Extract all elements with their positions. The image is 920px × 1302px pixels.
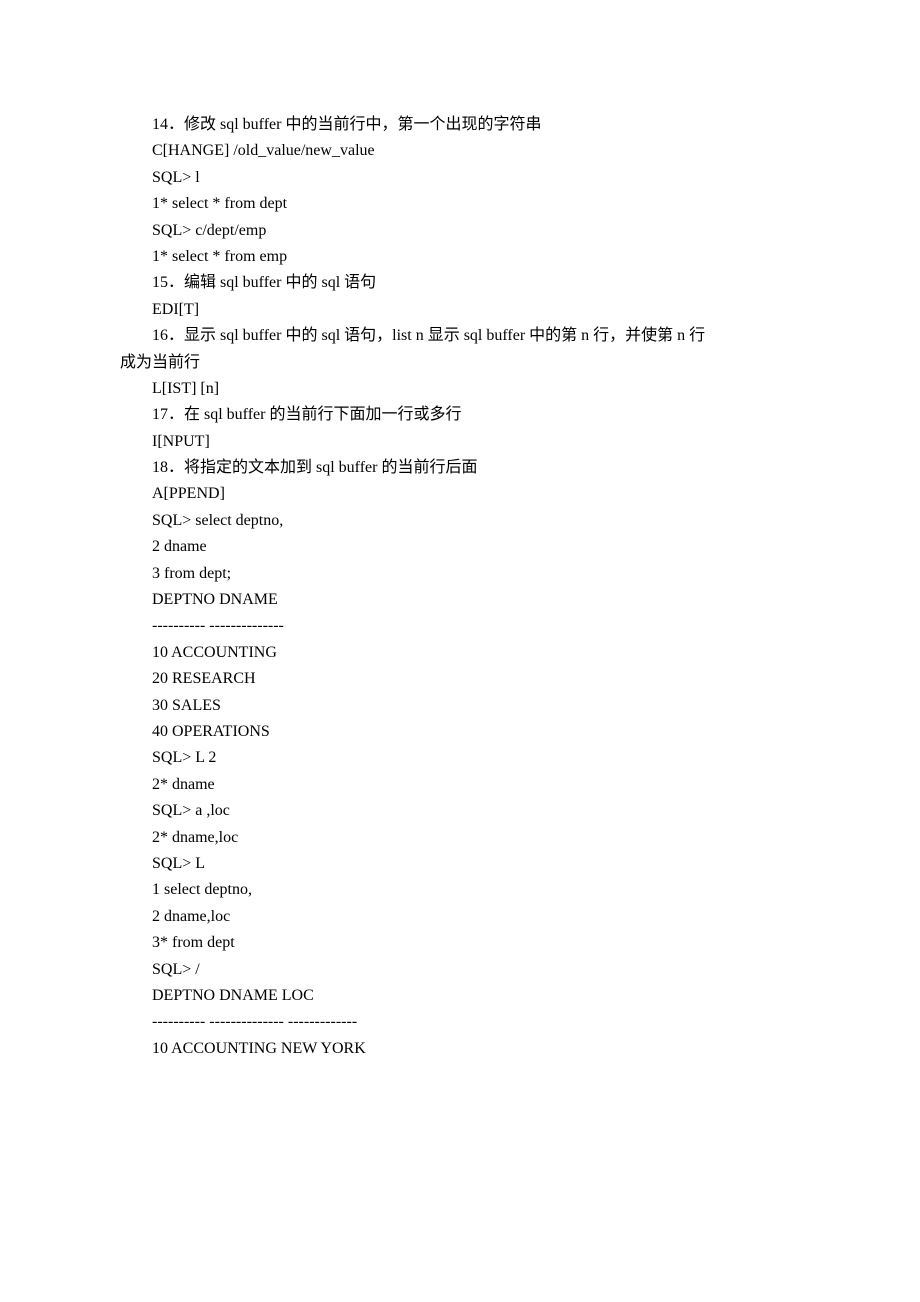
text-line: 1* select * from emp (120, 244, 800, 270)
text-line: 40 OPERATIONS (120, 719, 800, 745)
text-line: SQL> l (120, 165, 800, 191)
text-line: 18．将指定的文本加到 sql buffer 的当前行后面 (120, 455, 800, 481)
text-line: SQL> L (120, 851, 800, 877)
text-line: 2* dname,loc (120, 825, 800, 851)
text-line: C[HANGE] /old_value/new_value (120, 138, 800, 164)
text-line: ---------- -------------- ------------- (120, 1009, 800, 1035)
text-line: ---------- -------------- (120, 613, 800, 639)
text-line: 2 dname (120, 534, 800, 560)
text-line: SQL> c/dept/emp (120, 218, 800, 244)
text-line: SQL> select deptno, (120, 508, 800, 534)
text-line: 15．编辑 sql buffer 中的 sql 语句 (120, 270, 800, 296)
text-line: 2 dname,loc (120, 904, 800, 930)
text-line: 1 select deptno, (120, 877, 800, 903)
text-line: L[IST] [n] (120, 376, 800, 402)
text-line: 成为当前行 (120, 350, 800, 376)
text-line: A[PPEND] (120, 481, 800, 507)
text-line: DEPTNO DNAME (120, 587, 800, 613)
text-line: 16．显示 sql buffer 中的 sql 语句，list n 显示 sql… (120, 323, 800, 349)
text-line: 20 RESEARCH (120, 666, 800, 692)
document-page: 14．修改 sql buffer 中的当前行中，第一个出现的字符串C[HANGE… (0, 0, 920, 1302)
text-line: SQL> L 2 (120, 745, 800, 771)
text-line: 14．修改 sql buffer 中的当前行中，第一个出现的字符串 (120, 112, 800, 138)
text-line: 3 from dept; (120, 561, 800, 587)
text-line: 2* dname (120, 772, 800, 798)
text-line: SQL> / (120, 957, 800, 983)
text-line: 3* from dept (120, 930, 800, 956)
text-line: 1* select * from dept (120, 191, 800, 217)
text-line: 10 ACCOUNTING (120, 640, 800, 666)
text-line: 10 ACCOUNTING NEW YORK (120, 1036, 800, 1062)
text-line: 17．在 sql buffer 的当前行下面加一行或多行 (120, 402, 800, 428)
text-line: I[NPUT] (120, 429, 800, 455)
text-line: DEPTNO DNAME LOC (120, 983, 800, 1009)
text-line: 30 SALES (120, 693, 800, 719)
text-line: EDI[T] (120, 297, 800, 323)
text-line: SQL> a ,loc (120, 798, 800, 824)
